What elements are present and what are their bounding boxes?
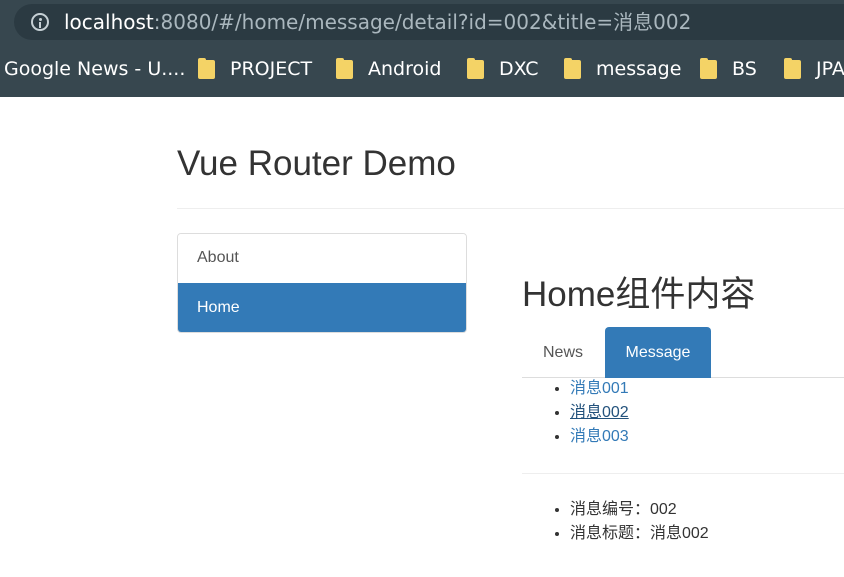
- page-title: Vue Router Demo: [177, 144, 456, 183]
- list-item: 消息001: [570, 377, 629, 401]
- bookmark-label: PROJECT: [230, 58, 313, 80]
- folder-icon: [467, 58, 484, 79]
- sidebar-item-home[interactable]: Home: [178, 283, 466, 332]
- url-text[interactable]: localhost:8080/#/home/message/detail?id=…: [64, 10, 691, 34]
- bookmarks-bar: Google News - U.... PROJECT Android DXC …: [0, 56, 844, 82]
- bookmark-label: message: [596, 58, 682, 80]
- message-title: 消息标题：消息002: [570, 522, 709, 546]
- tab-news[interactable]: News: [522, 327, 604, 378]
- bookmark-google-news[interactable]: Google News - U....: [4, 56, 185, 82]
- message-link-002[interactable]: 消息002: [570, 404, 629, 421]
- bookmark-label: DXC: [499, 58, 539, 80]
- url-host: localhost: [64, 10, 154, 34]
- sidebar-item-about[interactable]: About: [178, 234, 466, 283]
- bookmark-label: JPA: [816, 58, 844, 80]
- folder-icon: [784, 58, 801, 79]
- address-bar[interactable]: localhost:8080/#/home/message/detail?id=…: [14, 4, 844, 40]
- home-panel: Home组件内容 News Message 消息001 消息002 消息003 …: [522, 270, 844, 542]
- bookmark-label: Google News - U....: [4, 58, 186, 80]
- message-detail: 消息编号：002 消息标题：消息002: [570, 498, 709, 546]
- list-item: 消息002: [570, 401, 629, 425]
- url-path: :8080/#/home/message/detail?id=002&title…: [153, 10, 692, 34]
- tab-message[interactable]: Message: [605, 327, 711, 378]
- list-item: 消息003: [570, 425, 629, 449]
- folder-icon: [198, 58, 215, 79]
- bookmark-label: BS: [732, 58, 757, 80]
- folder-icon: [700, 58, 717, 79]
- info-icon[interactable]: [31, 13, 49, 31]
- message-link-001[interactable]: 消息001: [570, 380, 629, 397]
- message-list: 消息001 消息002 消息003: [570, 377, 629, 449]
- folder-icon: [336, 58, 353, 79]
- message-link-003[interactable]: 消息003: [570, 428, 629, 445]
- message-id: 消息编号：002: [570, 498, 709, 522]
- page-header: Vue Router Demo: [177, 140, 844, 209]
- bookmark-label: Android: [368, 58, 442, 80]
- browser-toolbar: localhost:8080/#/home/message/detail?id=…: [0, 0, 844, 97]
- home-tabs: News Message: [522, 327, 844, 378]
- sidebar-nav: About Home: [177, 233, 467, 333]
- home-heading: Home组件内容: [522, 275, 756, 314]
- divider: [522, 473, 844, 474]
- folder-icon: [564, 58, 581, 79]
